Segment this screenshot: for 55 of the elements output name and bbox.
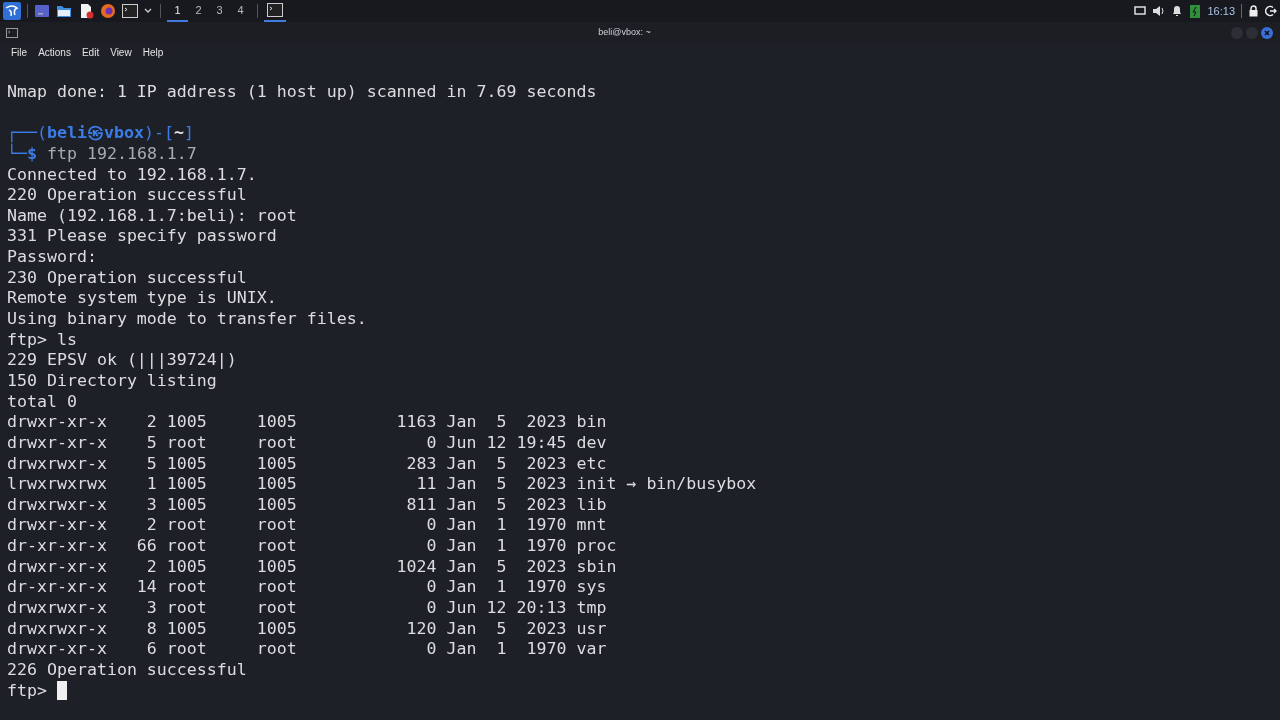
window-title: beli@vbox: ~	[598, 26, 651, 40]
document-icon[interactable]	[78, 3, 94, 19]
menu-item[interactable]: File	[6, 45, 33, 60]
terminal-icon	[6, 28, 18, 38]
firefox-icon[interactable]	[100, 3, 116, 19]
terminal-line: Name (192.168.1.7:beli): root	[7, 205, 297, 227]
menu-item[interactable]: Edit	[76, 45, 105, 60]
terminal-line: lrwxrwxrwx 1 1005 1005 11 Jan 5 2023 init → bin/busybox	[7, 474, 757, 495]
desktop-icon[interactable]	[34, 4, 50, 18]
close-button[interactable]	[1261, 27, 1273, 39]
terminal-line: dr-xr-xr-x 66 root root 0 Jan 1 1970 proc	[7, 536, 617, 557]
terminal-line: Connected to 192.168.1.7.	[7, 164, 257, 186]
terminal-line: drwxrwxr-x 8 1005 1005 120 Jan 5 2023 usr	[7, 618, 607, 640]
logout-icon[interactable]	[1265, 5, 1277, 17]
terminal-line: drwxr-xr-x 6 root root 0 Jan 1 1970 var	[7, 639, 607, 660]
workspace-button[interactable]: 2	[188, 0, 209, 22]
shell-prompt: └─$ ftp 192.168.1.7	[7, 143, 197, 165]
terminal-icon	[267, 3, 283, 17]
terminal-line: drwxr-xr-x 2 1005 1005 1024 Jan 5 2023 sbin	[7, 556, 617, 578]
terminal-line: drwxr-xr-x 2 root root 0 Jan 1 1970 mnt	[7, 515, 607, 537]
clock[interactable]: 16:13	[1207, 2, 1235, 20]
menu-item[interactable]: View	[105, 45, 137, 60]
terminal-line: ftp> ls	[7, 329, 77, 351]
terminal-line: 226 Operation successful	[7, 659, 247, 681]
workspace-button[interactable]: 4	[230, 0, 251, 22]
lock-icon[interactable]	[1248, 5, 1259, 17]
menu-item[interactable]: Help	[137, 45, 169, 60]
battery-icon[interactable]	[1189, 4, 1202, 18]
terminal-line: 229 EPSV ok (|||39724|)	[7, 350, 237, 371]
terminal-line: Nmap done: 1 IP address (1 host up) scanned in 7.69 seconds	[7, 82, 597, 103]
terminal-line: Using binary mode to transfer files.	[7, 309, 367, 330]
terminal-line: Password:	[7, 247, 97, 268]
terminal-line: 230 Operation successful	[7, 267, 247, 289]
terminal-line: total 0	[7, 391, 77, 413]
terminal-line: 220 Operation successful	[7, 185, 247, 206]
dragon-menu-icon[interactable]	[3, 2, 21, 20]
folder-icon[interactable]	[56, 4, 72, 18]
workspace-button[interactable]: 3	[209, 0, 230, 22]
terminal-line: Remote system type is UNIX.	[7, 288, 277, 310]
bell-icon[interactable]	[1171, 5, 1184, 17]
terminal-line: drwxr-xr-x 5 root root 0 Jun 12 19:45 dev	[7, 432, 607, 454]
shell-prompt: ┌──(beli㉿vbox)-[~]	[7, 123, 194, 144]
terminal-line: drwxrwxr-x 3 root root 0 Jun 12 20:13 tmp	[7, 598, 607, 619]
terminal-line: drwxrwxr-x 5 1005 1005 283 Jan 5 2023 etc	[7, 453, 607, 475]
dropdown-caret-icon[interactable]	[144, 8, 152, 14]
menu-item[interactable]: Actions	[33, 45, 76, 60]
terminal-line: drwxr-xr-x 2 1005 1005 1163 Jan 5 2023 bin	[7, 412, 607, 433]
terminal-icon[interactable]	[122, 4, 138, 18]
terminal-line: dr-xr-xr-x 14 root root 0 Jan 1 1970 sys	[7, 577, 607, 598]
terminal-line: 150 Directory listing	[7, 370, 217, 392]
terminal-line: drwxrwxr-x 3 1005 1005 811 Jan 5 2023 lib	[7, 494, 607, 516]
terminal-line: 331 Please specify password	[7, 226, 277, 248]
ftp-prompt: ftp>	[7, 680, 47, 702]
display-icon[interactable]	[1134, 6, 1147, 16]
volume-icon[interactable]	[1152, 5, 1166, 17]
